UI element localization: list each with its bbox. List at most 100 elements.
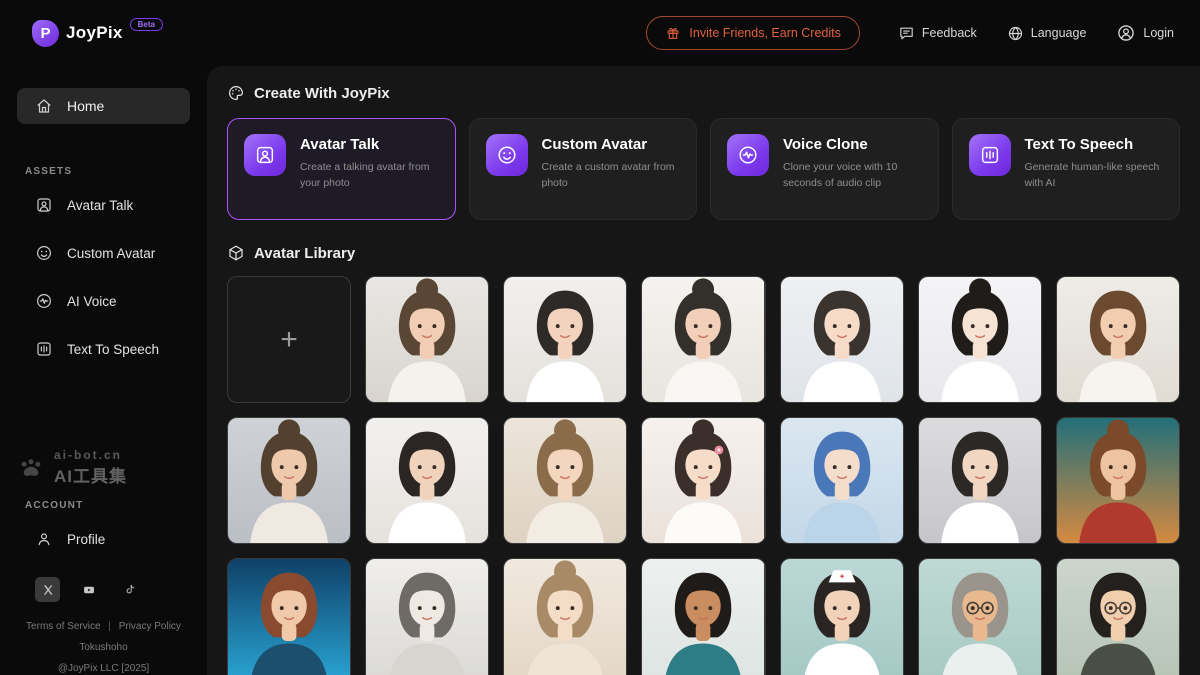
avatar-talk-icon [35, 196, 53, 214]
sidebar-item-text-to-speech[interactable]: Text To Speech [0, 325, 207, 373]
create-card-title: Avatar Talk [300, 136, 439, 153]
create-card-text-to-speech[interactable]: Text To Speech Generate human-like speech… [952, 118, 1181, 220]
sidebar-item-avatar-talk[interactable]: Avatar Talk [0, 181, 207, 229]
feedback-label: Feedback [922, 26, 977, 40]
sidebar: Home ASSETS Avatar TalkCustom AvatarAI V… [0, 66, 207, 675]
login-label: Login [1143, 26, 1174, 40]
social-links [0, 577, 207, 602]
copyright-text: @JoyPix LLC [2025] [0, 658, 207, 675]
library-title: Avatar Library [254, 245, 355, 262]
profile-icon [35, 530, 53, 548]
create-cards: Avatar Talk Create a talking avatar from … [227, 118, 1180, 220]
sidebar-item-label: AI Voice [67, 294, 117, 309]
avatar-card[interactable] [365, 417, 489, 544]
language-button[interactable]: Language [1007, 25, 1087, 42]
app-window: P JoyPix Beta Invite Friends, Earn Credi… [0, 0, 1200, 675]
library-header: Avatar Library [227, 244, 1180, 262]
social-youtube-icon[interactable] [76, 577, 101, 602]
avatar-talk-icon [244, 134, 286, 176]
sidebar-item-label: Avatar Talk [67, 198, 133, 213]
create-header: Create With JoyPix [227, 84, 1180, 102]
avatar-card[interactable] [1056, 276, 1180, 403]
watermark: ai-bot.cn AI工具集 [16, 448, 127, 487]
main-panel: Create With JoyPix Avatar Talk Create a t… [207, 66, 1200, 675]
text-to-speech-icon [969, 134, 1011, 176]
create-card-title: Voice Clone [783, 136, 922, 153]
paw-icon [16, 453, 46, 483]
avatar-card[interactable] [918, 276, 1042, 403]
sidebar-item-custom-avatar[interactable]: Custom Avatar [0, 229, 207, 277]
avatar-card[interactable] [641, 276, 765, 403]
avatar-card[interactable] [503, 276, 627, 403]
add-avatar-button[interactable]: + [227, 276, 351, 403]
sidebar-account-section: ACCOUNT Profile Terms of Service | Priva… [0, 500, 207, 675]
avatar-card[interactable] [365, 276, 489, 403]
watermark-line1: ai-bot.cn [54, 448, 127, 462]
feedback-button[interactable]: Feedback [898, 25, 977, 42]
sidebar-footer: Terms of Service | Privacy Policy Tokush… [0, 616, 207, 675]
avatar-card[interactable] [1056, 558, 1180, 675]
social-x-icon[interactable] [35, 577, 60, 602]
avatar-card[interactable] [227, 417, 351, 544]
avatar-card[interactable] [227, 558, 351, 675]
sidebar-item-profile[interactable]: Profile [0, 515, 207, 563]
create-card-title: Custom Avatar [542, 136, 681, 153]
privacy-link[interactable]: Privacy Policy [119, 621, 181, 632]
footer-separator: | [108, 621, 111, 632]
sidebar-item-home[interactable]: Home [17, 88, 190, 124]
avatar-card[interactable] [641, 558, 765, 675]
topbar-actions: Invite Friends, Earn Credits Feedback La… [646, 16, 1174, 50]
create-card-title: Text To Speech [1025, 136, 1164, 153]
topbar: P JoyPix Beta Invite Friends, Earn Credi… [0, 0, 1200, 66]
avatar-card[interactable] [918, 558, 1042, 675]
custom-avatar-icon [486, 134, 528, 176]
sidebar-item-ai-voice[interactable]: AI Voice [0, 277, 207, 325]
invite-label: Invite Friends, Earn Credits [689, 26, 840, 40]
avatar-card[interactable] [1056, 417, 1180, 544]
create-card-desc: Generate human-like speech with AI [1025, 159, 1164, 192]
create-card-desc: Create a talking avatar from your photo [300, 159, 439, 192]
brand-name: JoyPix [66, 23, 123, 43]
sidebar-item-label: Home [67, 98, 104, 114]
feedback-icon [898, 25, 915, 42]
sidebar-assets-list: Avatar Talk Custom Avatar AI Voice Text To … [0, 181, 207, 373]
create-card-desc: Clone your voice with 10 seconds of audi… [783, 159, 922, 192]
sidebar-item-label: Profile [67, 532, 105, 547]
sidebar-item-label: Custom Avatar [67, 246, 155, 261]
create-card-avatar-talk[interactable]: Avatar Talk Create a talking avatar from … [227, 118, 456, 220]
language-label: Language [1031, 26, 1087, 40]
plus-icon: + [280, 323, 298, 357]
terms-link[interactable]: Terms of Service [26, 621, 100, 632]
avatar-card[interactable] [780, 417, 904, 544]
create-card-custom-avatar[interactable]: Custom Avatar Create a custom avatar from… [469, 118, 698, 220]
create-title: Create With JoyPix [254, 85, 390, 102]
create-card-desc: Create a custom avatar from photo [542, 159, 681, 192]
tokushoho-link[interactable]: Tokushoho [0, 637, 207, 658]
login-button[interactable]: Login [1116, 23, 1174, 43]
joypix-logo[interactable]: P JoyPix Beta [32, 20, 163, 47]
beta-badge: Beta [130, 18, 163, 31]
avatar-card[interactable] [641, 417, 765, 544]
globe-icon [1007, 25, 1024, 42]
account-section-label: ACCOUNT [25, 500, 207, 511]
avatar-card[interactable] [918, 417, 1042, 544]
gift-icon [665, 25, 681, 41]
custom-avatar-icon [35, 244, 53, 262]
create-card-voice-clone[interactable]: Voice Clone Clone your voice with 10 seco… [710, 118, 939, 220]
cube-icon [227, 244, 245, 262]
avatar-card[interactable] [365, 558, 489, 675]
invite-friends-button[interactable]: Invite Friends, Earn Credits [646, 16, 859, 50]
avatar-card[interactable] [503, 417, 627, 544]
ai-voice-icon [727, 134, 769, 176]
text-to-speech-icon [35, 340, 53, 358]
home-icon [35, 97, 53, 115]
login-icon [1116, 23, 1136, 43]
ai-voice-icon [35, 292, 53, 310]
avatar-card[interactable] [503, 558, 627, 675]
avatar-card[interactable] [780, 276, 904, 403]
sidebar-item-label: Text To Speech [67, 342, 159, 357]
social-tiktok-icon[interactable] [117, 577, 142, 602]
watermark-line2: AI工具集 [54, 462, 127, 487]
avatar-card[interactable] [780, 558, 904, 675]
avatar-grid: + [227, 276, 1180, 675]
